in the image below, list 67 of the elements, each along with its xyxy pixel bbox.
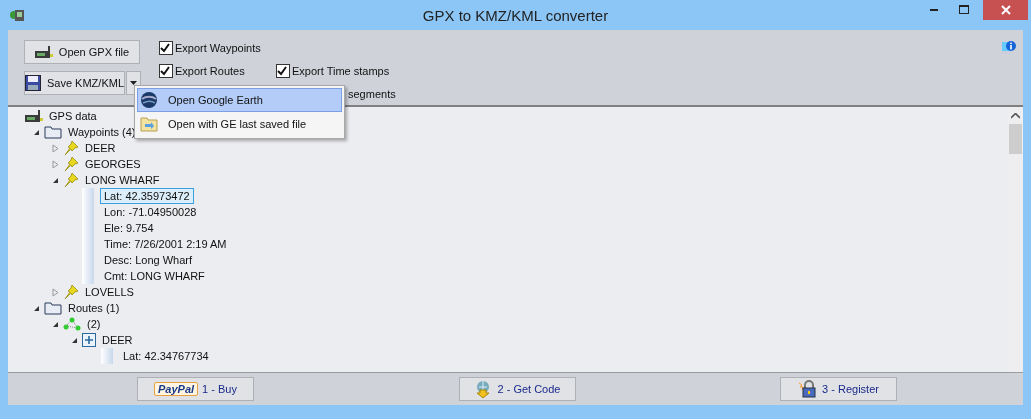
pushpin-icon <box>63 156 79 172</box>
expanded-arrow-icon[interactable] <box>52 320 59 328</box>
checkmark-icon <box>160 65 170 76</box>
pushpin-icon <box>63 140 79 156</box>
save-button[interactable]: Save KMZ/KML <box>24 71 125 95</box>
checkbox-label: Export Waypoints <box>175 41 261 54</box>
expanded-arrow-icon[interactable] <box>71 336 78 344</box>
checkbox-label: Export Routes <box>175 64 245 77</box>
paypal-logo: PayPal <box>154 382 199 396</box>
tree-item[interactable]: Time: 7/26/2001 2:19 AM <box>100 236 231 252</box>
expanded-arrow-icon[interactable] <box>52 176 59 184</box>
tree-item[interactable]: LOVELLS <box>81 284 138 300</box>
crosshair-icon <box>82 333 96 347</box>
tree-item[interactable]: Routes (1) <box>64 300 124 316</box>
export-checkbox[interactable]: Export Waypoints <box>159 36 276 59</box>
window-title: GPX to KMZ/KML converter <box>422 6 609 24</box>
folder-icon <box>44 301 62 315</box>
checkmark-icon <box>277 65 287 76</box>
expanded-arrow-icon[interactable] <box>33 128 40 136</box>
tree-item[interactable]: DEER <box>81 140 120 156</box>
minimize-icon <box>930 9 938 11</box>
pushpin-icon <box>63 172 79 188</box>
value-marker <box>101 348 113 364</box>
tree-item[interactable]: GEORGES <box>81 156 145 172</box>
tree-item[interactable]: LONG WHARF <box>81 172 164 188</box>
scroll-thumb[interactable] <box>1009 124 1022 154</box>
app-icon <box>9 7 25 23</box>
checkbox-label: Export Time stamps <box>292 64 390 77</box>
maximize-icon <box>959 5 969 15</box>
checkmark-icon <box>160 42 170 53</box>
route-icon <box>63 317 81 331</box>
tree-item[interactable]: Lat: 42.35973472 <box>100 188 194 204</box>
menu-item[interactable]: Open with GE last saved file <box>137 112 342 136</box>
scroll-up-icon[interactable] <box>1011 113 1020 119</box>
value-marker <box>82 268 94 284</box>
close-icon <box>1000 5 1011 15</box>
open-gpx-button[interactable]: Open GPX file <box>24 40 140 64</box>
folder-icon <box>44 125 62 139</box>
folder-arrow-icon <box>140 115 158 133</box>
close-button[interactable] <box>983 0 1028 20</box>
checkbox[interactable] <box>159 40 173 55</box>
gps-device-icon <box>34 46 53 58</box>
tree-item[interactable]: Cmt: LONG WHARF <box>100 268 209 284</box>
info-icon[interactable] <box>1001 40 1017 56</box>
option-label: segments <box>347 86 397 102</box>
checkbox[interactable] <box>159 63 173 78</box>
value-marker <box>82 188 94 204</box>
checkbox[interactable] <box>276 63 290 78</box>
footer-button[interactable]: 2 - Get Code <box>458 377 576 401</box>
gps-device-icon <box>25 110 43 122</box>
expanded-arrow-icon[interactable] <box>33 304 40 312</box>
caret-icon <box>130 81 137 85</box>
globe-icon <box>140 91 158 109</box>
tree-item[interactable]: DEER <box>98 332 137 348</box>
export-checkbox[interactable]: Export Time stamps <box>276 59 416 82</box>
tree-item[interactable]: (2) <box>83 316 105 332</box>
pushpin-icon <box>63 284 79 300</box>
footer-button[interactable]: PayPal 1 - Buy <box>137 377 254 401</box>
tree-item[interactable]: Ele: 9.754 <box>100 220 158 236</box>
footer-button[interactable]: 3 - Register <box>780 377 897 401</box>
tree-item[interactable]: GPS data <box>45 108 101 124</box>
export-checkbox[interactable]: Export Routes <box>159 59 276 82</box>
tree-item[interactable]: Desc: Long Wharf <box>100 252 197 268</box>
menu-item[interactable]: Open Google Earth <box>137 88 342 112</box>
padlock-icon <box>798 380 817 398</box>
tree-item[interactable]: Lat: 42.34767734 <box>119 348 213 364</box>
tree-item[interactable]: Lon: -71.04950028 <box>100 204 201 220</box>
